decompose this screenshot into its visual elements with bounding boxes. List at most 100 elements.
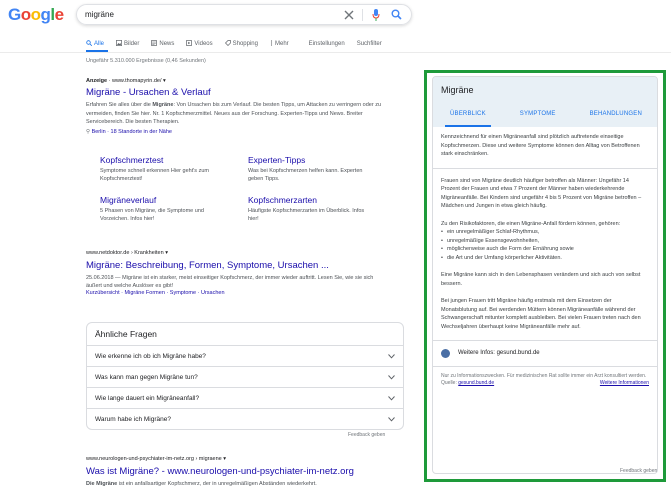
tab-news[interactable]: News [151, 38, 174, 50]
source-link[interactable]: gesund.bund.de [458, 380, 494, 386]
dropdown-arrow-icon[interactable]: ▾ [223, 456, 226, 462]
kp-paragraph: Frauen sind von Migräne deutlich häufige… [441, 177, 642, 210]
active-tab-indicator [445, 125, 491, 127]
kp-footer: Nur zu Informationszwecken. Für medizini… [441, 367, 649, 387]
feedback-link[interactable]: Feedback geben [620, 468, 657, 474]
sitelink: Experten-Tipps Was bei Kopfschmerzen hel… [248, 155, 366, 183]
result-description: Die Migräne ist ein anfallsartiger Kopfs… [86, 480, 406, 488]
ad-location-link[interactable]: 18 Standorte in der Nähe [111, 129, 172, 135]
sitelink: Migräneverlauf 5 Phasen von Migräne, die… [100, 195, 230, 223]
source-row: Quelle: gesund.bund.de Weitere Informati… [441, 380, 649, 387]
search-input[interactable] [85, 10, 336, 19]
globe-icon [441, 349, 450, 358]
knowledge-panel-header: Migräne ÜBERBLICK SYMPTOME BEHANDLUNGEN [433, 77, 657, 127]
tag-icon [224, 40, 231, 48]
logo-letter: o [30, 5, 41, 24]
result-url[interactable]: www.neurologen-und-psychiater-im-netz.or… [86, 456, 222, 462]
dropdown-arrow-icon[interactable]: ▾ [165, 250, 168, 256]
result-desc-bold: Die Migräne [86, 481, 118, 487]
close-icon[interactable] [342, 8, 356, 22]
tab-label: Shopping [232, 41, 258, 47]
sitelink-desc: Symptome schnell erkennen Hier geht's zu… [100, 168, 209, 182]
kp-paragraph: Eine Migräne kann sich in den Lebensphas… [441, 272, 641, 287]
more-info-label: Weitere Infos: gesund.bund.de [458, 350, 540, 357]
related-questions: Ähnliche Fragen Wie erkenne ich ob ich M… [86, 322, 404, 430]
result-url[interactable]: www.netdoktor.de › Krankheiten [86, 250, 164, 256]
ad-description: Erfahren Sie alles über die Migräne: Von… [86, 101, 386, 127]
result-title-link[interactable]: Migräne: Beschreibung, Formen, Symptome,… [86, 260, 386, 271]
knowledge-panel-title: Migräne [441, 85, 474, 95]
tab-label: Videos [194, 41, 213, 47]
question-text: Warum habe ich Migräne? [95, 415, 171, 423]
question-row[interactable]: Warum habe ich Migräne? [87, 408, 403, 429]
question-row[interactable]: Was kann man gegen Migräne tun? [87, 366, 403, 387]
feedback-link[interactable]: Feedback geben [348, 432, 385, 438]
tab-all[interactable]: Alle [86, 38, 104, 50]
sublink[interactable]: Migräne Formen [125, 290, 165, 296]
sitelink-title[interactable]: Kopfschmerzarten [248, 195, 366, 205]
search-bar [76, 4, 412, 25]
video-icon [186, 40, 193, 48]
location-pin-icon: ⚲ [86, 128, 91, 135]
logo-letter: o [20, 5, 31, 24]
ad-title-link[interactable]: Migräne - Ursachen & Verlauf [86, 87, 386, 98]
result-sublinks: Kurzübersicht · Migräne Formen · Symptom… [86, 290, 225, 296]
disclaimer: Nur zu Informationszwecken. Für medizini… [441, 373, 647, 379]
sitelink-title[interactable]: Kopfschmerztest [100, 155, 230, 165]
question-row[interactable]: Wie lange dauert ein Migräneanfall? [87, 387, 403, 408]
search-icon[interactable] [389, 8, 403, 22]
question-row[interactable]: Wie erkenne ich ob ich Migräne habe? [87, 345, 403, 366]
ad-url[interactable]: www.thomapyrin.de/ [112, 78, 162, 84]
tab-more[interactable]: Mehr [270, 38, 289, 50]
chevron-down-icon [387, 394, 395, 402]
source: Quelle: gesund.bund.de [441, 380, 494, 387]
news-icon [151, 40, 158, 48]
sitelink-title[interactable]: Migräneverlauf [100, 195, 230, 205]
more-info-link[interactable]: Weitere Infos: gesund.bund.de [441, 341, 649, 366]
chevron-down-icon [387, 373, 395, 381]
related-questions-heading: Ähnliche Fragen [95, 329, 157, 339]
tab-videos[interactable]: Videos [186, 38, 213, 50]
sitelink-desc: 5 Phasen von Migräne, die Symptome und V… [100, 208, 204, 222]
chevron-down-icon [387, 415, 395, 423]
tab-shopping[interactable]: Shopping [224, 38, 258, 50]
logo-letter: G [8, 5, 21, 24]
result-stats: Ungefähr 5.310.000 Ergebnisse (0,46 Seku… [86, 58, 206, 64]
question-text: Wie lange dauert ein Migräneanfall? [95, 394, 200, 402]
tab-symptoms[interactable]: SYMPTOME [520, 111, 556, 127]
source-label: Quelle: [441, 380, 457, 386]
tab-label: Alle [94, 41, 105, 47]
ad-location-city[interactable]: Berlin [92, 129, 106, 135]
mic-icon[interactable] [369, 8, 383, 22]
search-divider [362, 8, 363, 21]
sitelink: Kopfschmerztest Symptome schnell erkenne… [100, 155, 230, 183]
result-title-link[interactable]: Was ist Migräne? - www.neurologen-und-ps… [86, 466, 406, 477]
tab-search-tools[interactable]: Suchfilter [357, 38, 382, 50]
more-information-link[interactable]: Weitere Informationen [600, 380, 649, 387]
more-vert-icon [270, 40, 273, 48]
ad-badge: Anzeige [86, 78, 108, 84]
sublink[interactable]: Symptome [170, 290, 196, 296]
knowledge-panel: Migräne ÜBERBLICK SYMPTOME BEHANDLUNGEN … [432, 76, 658, 474]
tab-label: Bilder [124, 41, 140, 47]
image-icon [116, 40, 122, 48]
tab-label: Suchfilter [356, 41, 382, 47]
result-cite: www.netdoktor.de › Krankheiten ▾ [86, 250, 386, 256]
list-item: möglicherweise auch die Form der Ernähru… [441, 245, 649, 254]
ad-location: ⚲ Berlin · 18 Standorte in der Nähe [86, 128, 172, 135]
sitelink-title[interactable]: Experten-Tipps [248, 155, 366, 165]
sublink[interactable]: Ursachen [201, 290, 225, 296]
search-tabs: Alle Bilder News Videos Shopping Mehr Ei… [86, 38, 382, 50]
tab-treatments[interactable]: BEHANDLUNGEN [590, 111, 642, 127]
ad-desc-text: Erfahren Sie alles über die [86, 102, 153, 108]
tab-images[interactable]: Bilder [116, 38, 139, 50]
google-logo[interactable]: Google [8, 5, 64, 25]
tab-settings[interactable]: Einstellungen [309, 38, 345, 50]
result-cite: www.neurologen-und-psychiater-im-netz.or… [86, 456, 406, 462]
ad-result: Anzeige · www.thomapyrin.de/ ▾ Migräne -… [86, 78, 386, 135]
kp-divider [433, 167, 657, 169]
sublink[interactable]: Kurzübersicht [86, 290, 120, 296]
tab-label: News [159, 41, 175, 47]
dropdown-arrow-icon[interactable]: ▾ [163, 78, 166, 84]
ad-header: Anzeige · www.thomapyrin.de/ ▾ [86, 78, 166, 84]
